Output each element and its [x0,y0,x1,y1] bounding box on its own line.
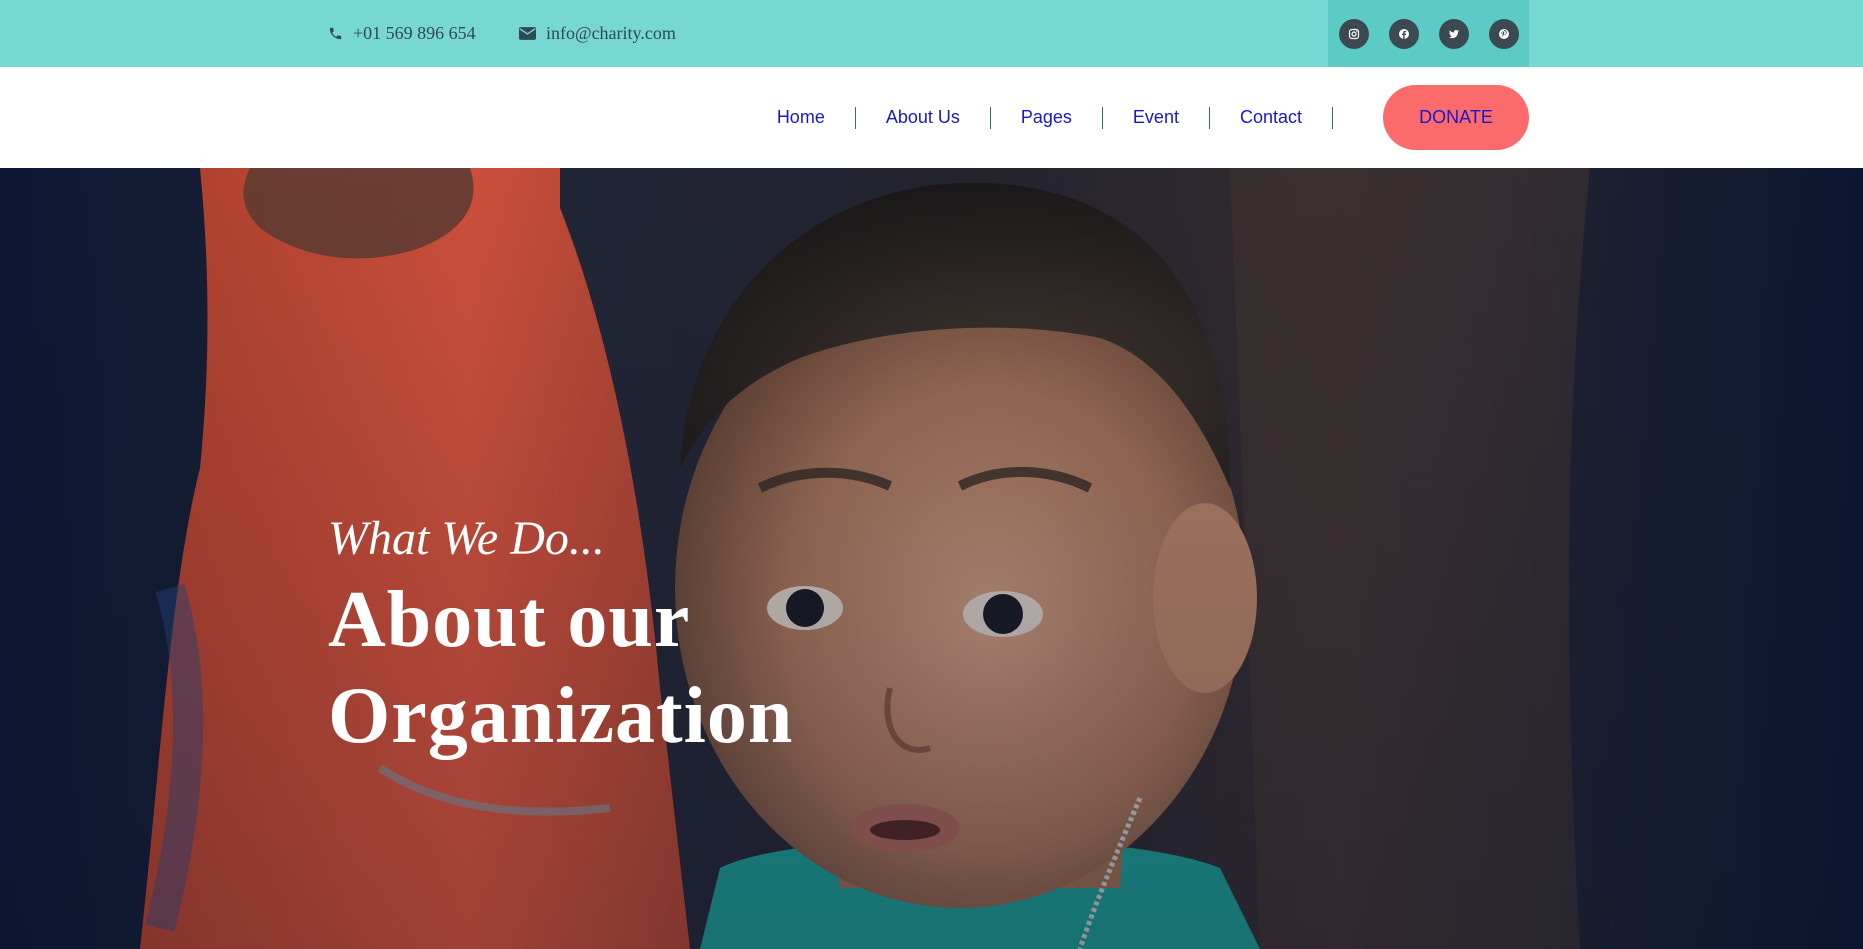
email-contact[interactable]: info@charity.com [519,0,676,67]
hero-title-line-2: Organization [328,671,794,760]
twitter-icon[interactable] [1439,18,1469,49]
nav-item-home[interactable]: Home [747,107,855,128]
phone-contact[interactable]: +01 569 896 654 [328,0,476,67]
hero-subtitle: What We Do... [328,512,605,565]
instagram-icon[interactable] [1339,18,1369,49]
pinterest-icon[interactable] [1489,18,1519,49]
top-bar: +01 569 896 654 info@charity.com [0,0,1863,67]
phone-icon [328,26,343,41]
facebook-icon[interactable] [1389,18,1419,49]
email-address: info@charity.com [546,23,676,43]
mail-icon [519,27,536,40]
nav-item-event[interactable]: Event [1103,107,1209,128]
nav-item-pages[interactable]: Pages [991,107,1102,128]
hero-text: What We Do... About our Organization [328,512,793,764]
hero-banner: What We Do... About our Organization [0,168,1863,949]
main-nav: Home About Us Pages Event Contact [0,67,1863,168]
nav-divider [1332,106,1333,129]
donate-button[interactable]: DONATE [1383,85,1529,150]
hero-title-line-1: About our [328,575,691,664]
hero-photo [0,168,1863,949]
social-links [1328,0,1529,67]
nav-menu: Home About Us Pages Event Contact [747,67,1333,168]
nav-item-contact[interactable]: Contact [1210,107,1332,128]
phone-number: +01 569 896 654 [353,23,476,43]
hero-title: About our Organization [328,572,793,764]
nav-item-about-us[interactable]: About Us [856,107,990,128]
